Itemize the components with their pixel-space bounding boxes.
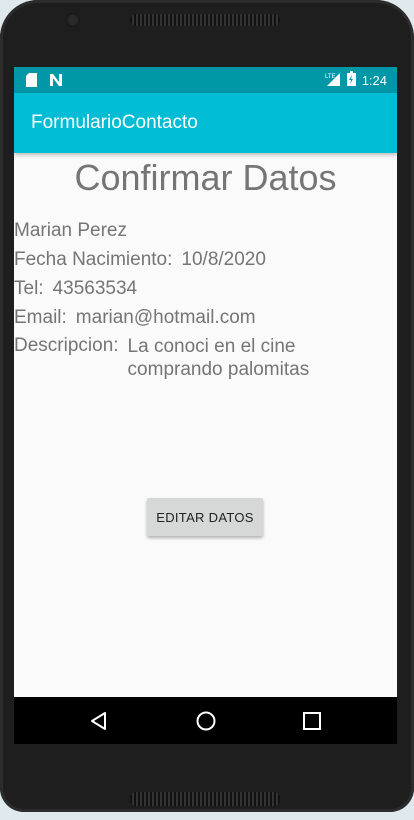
birth-value: 10/8/2020 [181, 249, 266, 270]
description-row: Descripcion: La conoci en el cine compra… [14, 335, 348, 381]
bottom-speaker [130, 792, 280, 806]
birth-label: Fecha Nacimiento: [14, 249, 173, 270]
birth-row: Fecha Nacimiento: 10/8/2020 [14, 249, 266, 271]
email-row: Email: marian@hotmail.com [14, 307, 256, 329]
status-bar: LTE 1:24 [14, 67, 397, 93]
phone-label: Tel: [14, 278, 44, 299]
description-value: La conoci en el cine comprando palomitas [127, 336, 310, 380]
navigation-bar [14, 697, 397, 744]
lte-signal-icon: LTE [325, 72, 341, 89]
app-bar: FormularioContacto [14, 93, 397, 153]
battery-icon [346, 71, 356, 89]
phone-frame: LTE 1:24 FormularioContacto Confirmar Da… [0, 0, 414, 812]
home-icon[interactable] [194, 709, 218, 733]
contact-name: Marian Perez [14, 220, 127, 242]
phone-row: Tel: 43563534 [14, 278, 137, 300]
back-icon[interactable] [87, 709, 111, 733]
recents-icon[interactable] [300, 709, 324, 733]
edit-data-button[interactable]: EDITAR DATOS [147, 498, 263, 536]
name-value: Marian Perez [14, 220, 127, 241]
description-label: Descripcion: [14, 335, 119, 356]
top-speaker [130, 14, 280, 26]
app-title: FormularioContacto [31, 112, 198, 133]
screen: LTE 1:24 FormularioContacto Confirmar Da… [14, 67, 397, 744]
phone-value: 43563534 [52, 278, 138, 299]
email-label: Email: [14, 307, 67, 328]
email-value: marian@hotmail.com [75, 307, 256, 328]
front-camera [66, 13, 80, 27]
sd-card-icon [26, 72, 37, 91]
page-title: Confirmar Datos [74, 157, 337, 198]
n-notification-icon [49, 72, 63, 91]
svg-text:LTE: LTE [325, 74, 336, 80]
clock: 1:24 [361, 72, 387, 88]
